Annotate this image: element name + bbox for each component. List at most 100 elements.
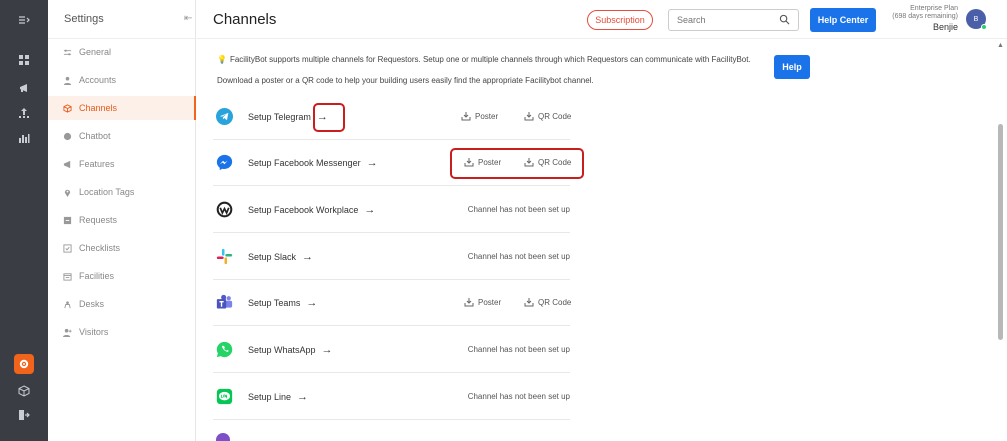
channel-status: Channel has not been set up xyxy=(467,205,570,214)
qr-code-download[interactable]: QR Code xyxy=(524,111,571,121)
analytics-icon[interactable] xyxy=(0,103,48,123)
info-line-2: Download a poster or a QR code to help y… xyxy=(217,76,594,85)
settings-sidebar: Settings ⇤ General Accounts Channels Cha… xyxy=(48,0,196,441)
expand-menu-icon[interactable] xyxy=(0,10,48,30)
dashboard-icon[interactable] xyxy=(0,50,48,70)
avatar[interactable]: B xyxy=(966,9,987,30)
qr-label: QR Code xyxy=(538,111,572,121)
sidebar-title: Settings xyxy=(64,13,104,25)
subscription-button[interactable]: Subscription xyxy=(587,10,653,30)
poster-label: Poster xyxy=(475,111,499,121)
sliders-icon xyxy=(62,47,72,57)
megaphone-icon xyxy=(62,159,72,169)
visitor-icon xyxy=(62,327,72,337)
arrow-right-icon[interactable]: → xyxy=(322,344,333,356)
arrow-right-icon[interactable]: → xyxy=(297,391,308,403)
user-icon xyxy=(62,75,72,85)
arrow-right-icon[interactable]: → xyxy=(364,204,375,216)
channel-logo-partial xyxy=(216,433,230,441)
calendar-icon xyxy=(62,271,72,281)
broadcast-icon[interactable] xyxy=(0,78,48,98)
channel-row-whatsapp: Setup WhatsApp → Channel has not been set… xyxy=(213,327,570,373)
sidebar-item-chatbot[interactable]: Chatbot xyxy=(48,124,196,148)
sidebar-item-label: Features xyxy=(79,159,115,169)
help-button[interactable]: Help xyxy=(774,55,810,79)
download-icon xyxy=(461,112,471,121)
page-title: Channels xyxy=(213,11,277,28)
scrollbar-thumb[interactable] xyxy=(998,124,1003,340)
qr-label: QR Code xyxy=(538,297,572,307)
sidebar-item-general[interactable]: General xyxy=(48,40,196,64)
download-icon xyxy=(464,298,474,307)
pin-icon xyxy=(62,187,72,197)
channel-name: Setup WhatsApp xyxy=(248,345,316,355)
channel-row-telegram: Setup Telegram → Poster QR Code xyxy=(213,94,571,140)
messenger-icon xyxy=(216,154,233,171)
poster-download[interactable]: Poster xyxy=(464,297,501,307)
scrollbar[interactable]: ▲ xyxy=(995,38,1007,441)
sidebar-item-label: Facilities xyxy=(79,271,115,281)
box-icon[interactable] xyxy=(0,381,48,401)
divider xyxy=(48,38,196,39)
whatsapp-icon xyxy=(216,341,233,358)
sidebar-item-visitors[interactable]: Visitors xyxy=(48,320,196,344)
setup-messenger-link[interactable]: Setup Facebook Messenger → xyxy=(248,157,378,169)
setup-line-link[interactable]: Setup Line → xyxy=(248,391,308,403)
avatar-initial: B xyxy=(973,15,979,23)
highlight-messenger-downloads xyxy=(450,148,584,179)
lightbulb-icon: 💡 xyxy=(217,55,227,64)
sidebar-item-features[interactable]: Features xyxy=(48,152,196,176)
sidebar-item-label: Chatbot xyxy=(79,131,111,141)
sidebar-item-channels[interactable]: Channels xyxy=(48,96,196,120)
info-line-1: 💡 FacilityBot supports multiple channels … xyxy=(217,55,751,64)
search-input[interactable] xyxy=(669,10,769,30)
request-icon xyxy=(62,215,72,225)
sidebar-item-accounts[interactable]: Accounts xyxy=(48,68,196,92)
telegram-icon xyxy=(216,108,233,125)
poster-label: Poster xyxy=(478,297,502,307)
reports-icon[interactable] xyxy=(0,128,48,148)
sidebar-item-requests[interactable]: Requests xyxy=(48,208,196,232)
arrow-right-icon[interactable]: → xyxy=(306,297,317,309)
search-box xyxy=(668,9,799,31)
sidebar-item-label: Desks xyxy=(79,299,105,309)
search-icon[interactable] xyxy=(779,14,790,25)
channel-status: Channel has not been set up xyxy=(467,252,570,261)
channel-name: Setup Facebook Workplace xyxy=(248,205,359,215)
chat-icon xyxy=(62,131,72,141)
channel-name: Setup Facebook Messenger xyxy=(248,158,361,168)
channel-name: Setup Telegram xyxy=(248,112,311,122)
sidebar-item-label: Location Tags xyxy=(79,187,135,197)
plan-info: Enterprise Plan (698 days remaining) Ben… xyxy=(884,5,958,32)
setup-teams-link[interactable]: Setup Teams → xyxy=(248,297,317,309)
settings-gear-icon[interactable] xyxy=(14,354,34,374)
sidebar-item-label: Requests xyxy=(79,215,118,225)
channel-status: Channel has not been set up xyxy=(467,345,570,354)
qr-code-download[interactable]: QR Code xyxy=(524,297,571,307)
setup-workplace-link[interactable]: Setup Facebook Workplace → xyxy=(248,204,375,216)
poster-download[interactable]: Poster xyxy=(461,111,498,121)
download-icon xyxy=(524,112,534,121)
setup-slack-link[interactable]: Setup Slack → xyxy=(248,251,313,263)
setup-whatsapp-link[interactable]: Setup WhatsApp → xyxy=(248,344,333,356)
channel-name: Setup Line xyxy=(248,392,292,402)
arrow-right-icon[interactable]: → xyxy=(367,157,378,169)
line-icon xyxy=(216,388,233,405)
teams-icon xyxy=(216,294,233,309)
sidebar-item-desks[interactable]: Desks xyxy=(48,292,196,316)
sidebar-item-location-tags[interactable]: Location Tags xyxy=(48,180,196,204)
sidebar-item-label: Accounts xyxy=(79,75,117,85)
sidebar-item-label: Visitors xyxy=(79,327,109,337)
sidebar-item-facilities[interactable]: Facilities xyxy=(48,264,196,288)
logout-icon[interactable] xyxy=(0,405,48,425)
app-rail xyxy=(0,0,48,441)
help-center-button[interactable]: Help Center xyxy=(810,8,876,32)
slack-icon xyxy=(216,248,233,265)
channel-row-teams: Setup Teams → Poster QR Code xyxy=(213,280,571,326)
scroll-up-icon[interactable]: ▲ xyxy=(997,42,1004,49)
sidebar-item-checklists[interactable]: Checklists xyxy=(48,236,196,260)
info-text-1: FacilityBot supports multiple channels f… xyxy=(229,55,751,64)
online-status-dot xyxy=(981,24,987,30)
collapse-icon[interactable]: ⇤ xyxy=(184,13,192,24)
arrow-right-icon[interactable]: → xyxy=(302,251,313,263)
